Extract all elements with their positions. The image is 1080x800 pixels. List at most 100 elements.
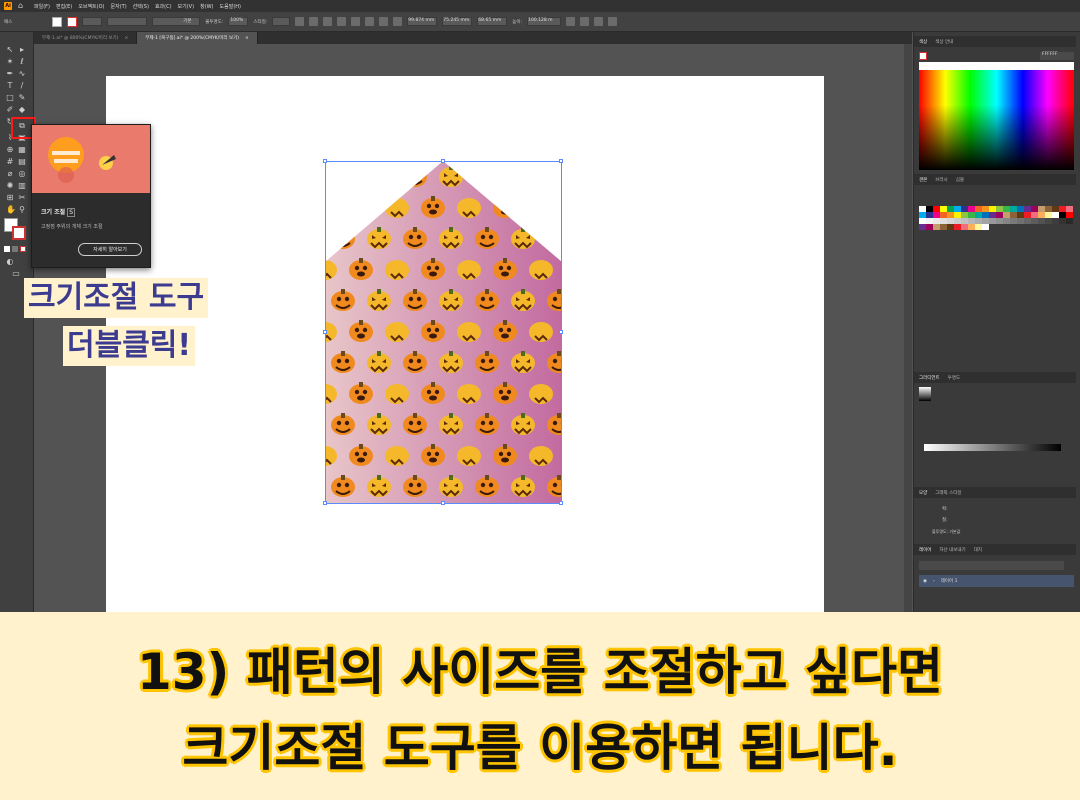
stroke-weight-field[interactable]: [82, 17, 103, 26]
swatch[interactable]: [968, 224, 975, 230]
width-field[interactable]: 68.65 mm: [477, 17, 508, 26]
height-field[interactable]: 100.128 m: [527, 17, 562, 26]
lasso-tool-icon[interactable]: ℓ: [18, 58, 26, 66]
tab-transparency[interactable]: 투명도: [948, 375, 960, 381]
menu-select[interactable]: 선택(S): [133, 3, 149, 10]
swatch[interactable]: [982, 224, 989, 230]
resize-handle[interactable]: [559, 501, 563, 505]
menu-file[interactable]: 파일(F): [34, 3, 50, 10]
zoom-tool-icon[interactable]: ⚲: [18, 206, 26, 214]
style-select[interactable]: [272, 17, 291, 26]
fill-swatch[interactable]: [52, 16, 63, 27]
menu-edit[interactable]: 편집(E): [56, 3, 72, 10]
arrange-icon[interactable]: [608, 17, 618, 26]
stroke-swatch[interactable]: [67, 16, 78, 27]
perspective-grid-tool-icon[interactable]: ▦: [18, 146, 26, 154]
tab-symbols[interactable]: 심볼: [956, 177, 964, 183]
tab-layers[interactable]: 레이어: [919, 547, 931, 553]
variable-width-field[interactable]: [107, 17, 148, 26]
gradient-thumbnail[interactable]: [919, 387, 931, 401]
pattern-shape[interactable]: [325, 161, 562, 504]
align-middle-icon[interactable]: [365, 17, 375, 26]
color-spectrum[interactable]: [919, 70, 1074, 170]
menu-type[interactable]: 문자(T): [111, 3, 127, 10]
visibility-icon[interactable]: ◉: [923, 579, 927, 584]
flip-icon[interactable]: [580, 17, 590, 26]
recolor-icon[interactable]: [295, 17, 305, 26]
swatch[interactable]: [947, 224, 954, 230]
swatch[interactable]: [1024, 218, 1031, 224]
swatch[interactable]: [1052, 218, 1059, 224]
artboard-tool-icon[interactable]: ⊞: [6, 194, 14, 202]
tab-artboards[interactable]: 대지: [974, 547, 982, 553]
line-tool-icon[interactable]: /: [18, 82, 26, 90]
y-field[interactable]: 75.245 mm: [442, 17, 473, 26]
swatch[interactable]: [961, 224, 968, 230]
pattern-shape-svg[interactable]: [325, 161, 562, 504]
layer-row[interactable]: ◉ › 레이어 1: [919, 575, 1074, 587]
reference-point-icon[interactable]: [393, 17, 403, 26]
home-icon[interactable]: ⌂: [18, 2, 28, 10]
tab-color-guide[interactable]: 색상 안내: [935, 39, 953, 45]
paintbrush-tool-icon[interactable]: ✎: [18, 94, 26, 102]
align-left-icon[interactable]: [309, 17, 319, 26]
gradient-slider[interactable]: [924, 444, 1061, 451]
resize-handle[interactable]: [559, 330, 563, 334]
swatch[interactable]: [1003, 218, 1010, 224]
shape-builder-tool-icon[interactable]: ⊕: [6, 146, 14, 154]
x-field[interactable]: 99.874 mm: [407, 17, 438, 26]
tab-document-1[interactable]: 무제-1.ai* @ 800%(CMYK/미리 보기) ×: [34, 32, 138, 44]
stroke-color-icon[interactable]: [12, 226, 26, 240]
eraser-tool-icon[interactable]: ◆: [18, 106, 26, 114]
menu-help[interactable]: 도움말(H): [220, 3, 241, 10]
align-top-icon[interactable]: [351, 17, 361, 26]
close-icon[interactable]: ×: [124, 36, 128, 41]
type-tool-icon[interactable]: T: [6, 82, 14, 90]
rectangle-tool-icon[interactable]: □: [6, 94, 14, 102]
close-icon[interactable]: ×: [245, 36, 249, 41]
swatch[interactable]: [933, 224, 940, 230]
magic-wand-tool-icon[interactable]: ✶: [6, 58, 14, 66]
menu-window[interactable]: 창(W): [200, 3, 213, 10]
shaper-tool-icon[interactable]: ✐: [6, 106, 14, 114]
mesh-tool-icon[interactable]: #: [6, 158, 14, 166]
swatch[interactable]: [926, 224, 933, 230]
resize-handle[interactable]: [323, 159, 327, 163]
swatch[interactable]: [919, 224, 926, 230]
swatch[interactable]: [1038, 218, 1045, 224]
swatch[interactable]: [1010, 218, 1017, 224]
learn-more-button[interactable]: 자세히 알아보기: [78, 243, 142, 256]
tab-gradient[interactable]: 그라디언트: [919, 375, 940, 381]
stroke-style-select[interactable]: 기본: [152, 17, 201, 26]
tab-document-2[interactable]: 무제-1 [복구됨].ai* @ 200%(CMYK/미리 보기) ×: [137, 32, 258, 44]
pen-tool-icon[interactable]: ✒: [6, 70, 14, 78]
tab-brushes[interactable]: 브러시: [935, 177, 947, 183]
opacity-field[interactable]: 100%: [228, 17, 249, 26]
tab-graphic-styles[interactable]: 그래픽 스타일: [935, 490, 961, 496]
appearance-fill-row[interactable]: 칠:: [942, 517, 948, 523]
draw-mode-icon[interactable]: ◐: [6, 258, 14, 266]
direct-selection-tool-icon[interactable]: ▸: [18, 46, 26, 54]
color-mode-icon[interactable]: [4, 246, 10, 252]
appearance-opacity-row[interactable]: 불투명도: 기본값: [932, 529, 960, 535]
swatch[interactable]: [975, 224, 982, 230]
resize-handle[interactable]: [559, 159, 563, 163]
resize-handle[interactable]: [441, 501, 445, 505]
menu-effect[interactable]: 효과(C): [155, 3, 172, 10]
layer-search-field[interactable]: [919, 561, 1064, 570]
slice-tool-icon[interactable]: ✂: [18, 194, 26, 202]
gradient-tool-icon[interactable]: ▤: [18, 158, 26, 166]
vertical-scrollbar[interactable]: [904, 44, 912, 612]
hex-field[interactable]: FFFFFF: [1040, 52, 1074, 60]
swatch[interactable]: [1031, 218, 1038, 224]
expand-icon[interactable]: ›: [933, 579, 935, 584]
swatch-grid[interactable]: [919, 206, 1074, 230]
swatch[interactable]: [1066, 218, 1073, 224]
none-color-icon[interactable]: [919, 52, 927, 60]
resize-handle[interactable]: [323, 330, 327, 334]
menu-object[interactable]: 오브젝트(O): [78, 3, 104, 10]
selection-tool-icon[interactable]: ↖: [6, 46, 14, 54]
gradient-mode-icon[interactable]: [12, 246, 18, 252]
swatch[interactable]: [940, 224, 947, 230]
blend-tool-icon[interactable]: ◎: [18, 170, 26, 178]
